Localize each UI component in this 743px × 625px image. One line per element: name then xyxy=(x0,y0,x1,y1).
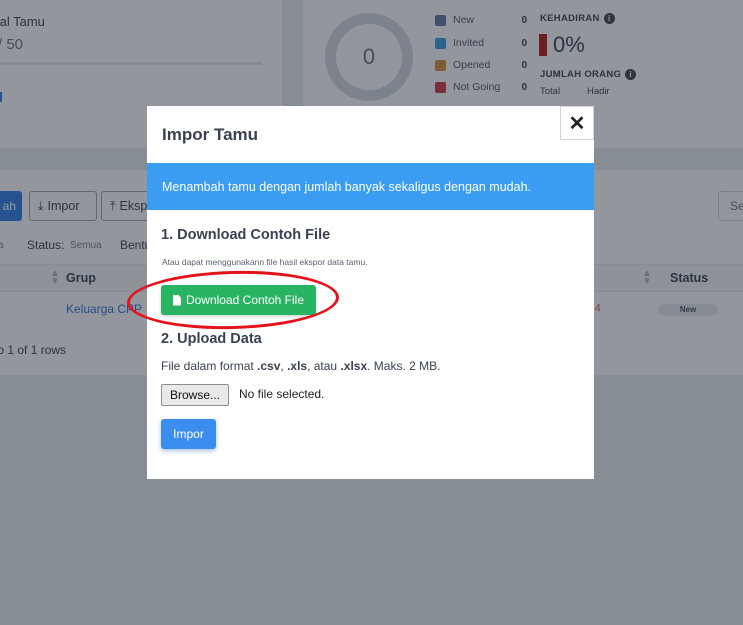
close-icon: ✕ xyxy=(568,112,586,135)
format-xls: .xls xyxy=(287,359,308,373)
file-icon xyxy=(172,294,181,306)
step1-note: Atau dapat menggunakann file hasil ekspo… xyxy=(162,257,368,267)
format-xlsx: .xlsx xyxy=(340,359,368,373)
impor-submit-label: Impor xyxy=(173,427,204,441)
close-button[interactable]: ✕ xyxy=(560,106,594,140)
modal-title: Impor Tamu xyxy=(162,125,259,144)
browse-label: Browse... xyxy=(170,388,221,402)
step1-title: 1. Download Contoh File xyxy=(161,227,331,243)
format-suffix: . Maks. 2 MB. xyxy=(367,359,441,373)
format-sep: , atau xyxy=(307,359,341,373)
step2-title: 2. Upload Data xyxy=(161,331,262,347)
download-sample-label: Download Contoh File xyxy=(185,293,305,307)
download-sample-button[interactable]: Download Contoh File xyxy=(161,285,316,315)
browse-button[interactable]: Browse... xyxy=(161,384,230,406)
impor-tamu-modal: Impor Tamu ✕ Menambah tamu dengan jumlah… xyxy=(147,106,594,479)
banner-text: Menambah tamu dengan jumlah banyak sekal… xyxy=(162,179,531,194)
info-banner: Menambah tamu dengan jumlah banyak sekal… xyxy=(147,163,594,210)
format-description: File dalam format .csv, .xls, atau .xlsx… xyxy=(161,359,441,373)
file-status: No file selected. xyxy=(239,387,325,401)
format-csv: .csv xyxy=(257,359,281,373)
impor-submit-button[interactable]: Impor xyxy=(161,419,216,449)
format-prefix: File dalam format xyxy=(161,359,258,373)
